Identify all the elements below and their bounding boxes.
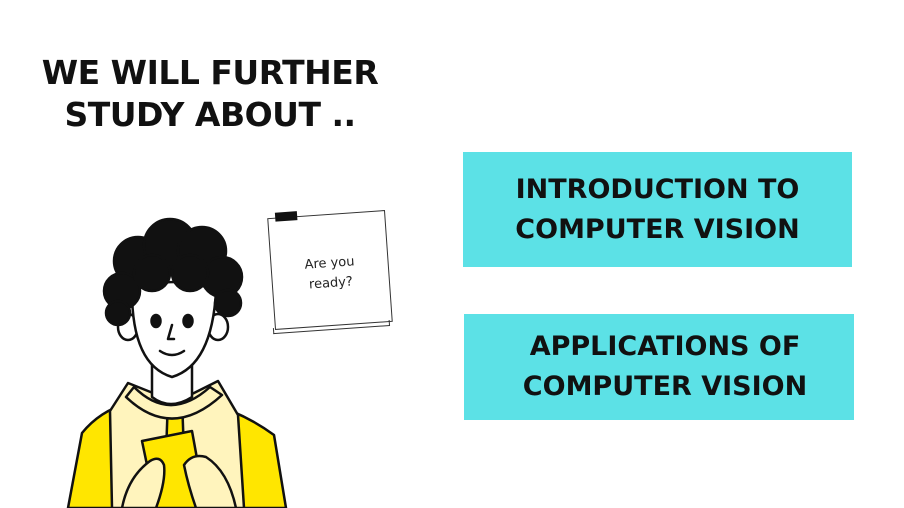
topic-card-line-2: COMPUTER VISION xyxy=(515,213,800,245)
heading-line-2: STUDY ABOUT .. xyxy=(64,95,356,134)
topic-card-introduction: INTRODUCTION TO COMPUTER VISION xyxy=(463,152,852,267)
topic-card-line-2: COMPUTER VISION xyxy=(522,371,808,402)
slide-heading: WE WILL FURTHER STUDY ABOUT .. xyxy=(20,52,400,136)
person-illustration xyxy=(66,217,288,508)
eye-right xyxy=(182,313,194,329)
topic-card-applications: APPLICATIONS OF COMPUTER VISION xyxy=(464,314,854,420)
heading-line-1: WE WILL FURTHER xyxy=(41,53,379,92)
topic-card-line-1: INTRODUCTION TO xyxy=(515,173,800,205)
topic-card-line-1: APPLICATIONS OF xyxy=(529,331,801,362)
face-shape xyxy=(130,280,218,379)
eye-left xyxy=(150,313,162,329)
